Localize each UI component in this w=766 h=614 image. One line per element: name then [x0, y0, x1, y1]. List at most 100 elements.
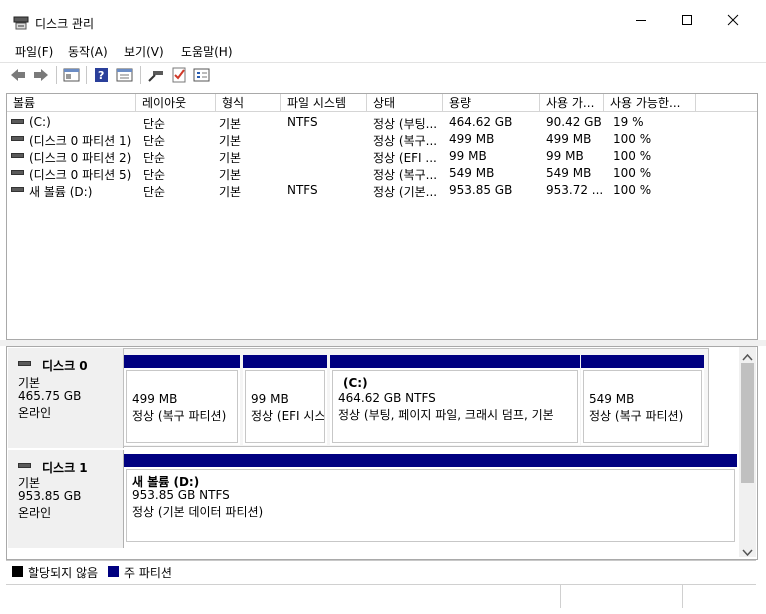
legend-label-primary: 주 파티션 — [124, 566, 172, 580]
partition-status: 정상 (부팅, 페이지 파일, 크래시 덤프, 기본 — [338, 408, 554, 422]
cell-fs: NTFS — [287, 115, 318, 129]
toolbar-separator — [140, 66, 141, 84]
cell-pct: 100 % — [613, 166, 652, 180]
disk-1-info[interactable]: 디스크 1 기본 953.85 GB 온라인 — [8, 450, 124, 548]
cell-status: 정상 (기본... — [373, 185, 438, 199]
status-pane — [562, 585, 683, 608]
disk-name: 디스크 1 — [42, 461, 88, 475]
partition-d-drive[interactable]: 새 볼륨 (D:) 953.85 GB NTFS 정상 (기본 데이터 파티션) — [124, 454, 737, 544]
volume-drive-icon — [11, 119, 24, 124]
menu-view[interactable]: 보기(V) — [124, 43, 164, 60]
partition-size: 549 MB — [589, 392, 635, 406]
column-header-type[interactable]: 형식 — [216, 94, 281, 112]
console-tree-icon[interactable] — [116, 67, 134, 83]
table-row[interactable]: 새 볼륨 (D:) 단순 기본 NTFS 정상 (기본... 953.85 GB 953.7… — [7, 181, 757, 199]
legend: 할당되지 않음 주 파티션 — [6, 560, 756, 583]
minimize-button[interactable] — [618, 0, 664, 40]
cell-free: 549 MB — [546, 166, 592, 180]
partition-efi[interactable]: 99 MB 정상 (EFI 시스 — [243, 355, 327, 445]
partition-status: 정상 (EFI 시스 — [251, 409, 325, 423]
partition-body: 99 MB 정상 (EFI 시스 — [245, 370, 325, 443]
scroll-thumb[interactable] — [741, 363, 754, 483]
table-row[interactable]: (디스크 0 파티션 5) 단순 기본 정상 (복구... 549 MB 549 MB 10… — [7, 164, 757, 182]
disk-0-info[interactable]: 디스크 0 기본 465.75 GB 온라인 — [8, 348, 124, 448]
cell-free: 90.42 GB — [546, 115, 602, 129]
cell-capacity: 549 MB — [449, 166, 495, 180]
cell-capacity: 499 MB — [449, 132, 495, 146]
disk-icon — [18, 463, 31, 468]
help-icon[interactable]: ? — [93, 67, 111, 83]
toolbar-separator — [56, 66, 57, 84]
column-header-filesystem[interactable]: 파일 시스템 — [281, 94, 367, 112]
column-header-blank — [696, 94, 757, 112]
maximize-button[interactable] — [664, 0, 710, 40]
disk-state: 온라인 — [18, 506, 52, 520]
table-row[interactable]: (디스크 0 파티션 1) 단순 기본 정상 (복구... 499 MB 499 MB 10… — [7, 130, 757, 148]
column-header-capacity[interactable]: 용량 — [443, 94, 540, 112]
disk-size: 953.85 GB — [18, 489, 82, 503]
column-header-percent-free[interactable]: 사용 가능한... — [604, 94, 696, 112]
properties-icon[interactable] — [63, 67, 81, 83]
cell-free: 953.72 ... — [546, 183, 604, 197]
menu-bar — [0, 40, 766, 60]
column-header-volume[interactable]: 볼륨 — [7, 94, 136, 112]
partition-body: 549 MB 정상 (복구 파티션) — [583, 370, 702, 443]
cell-capacity: 953.85 GB — [449, 183, 513, 197]
volume-list[interactable]: 볼륨 레이아웃 형식 파일 시스템 상태 용량 사용 가... 사용 가능한..… — [6, 93, 758, 340]
cell-free: 499 MB — [546, 132, 592, 146]
table-row[interactable]: (디스크 0 파티션 2) 단순 기본 정상 (EFI ... 99 MB 99 MB 10… — [7, 147, 757, 165]
toolbar — [0, 62, 766, 89]
disk-state: 온라인 — [18, 406, 52, 420]
cell-volume: 새 볼륨 (D:) — [29, 185, 93, 199]
cell-pct: 100 % — [613, 132, 652, 146]
column-header-layout[interactable]: 레이아웃 — [136, 94, 216, 112]
partition-recovery-1[interactable]: 499 MB 정상 (복구 파티션) — [124, 355, 240, 445]
cell-pct: 100 % — [613, 183, 652, 197]
scroll-down-icon[interactable] — [742, 546, 753, 560]
menu-action[interactable]: 동작(A) — [68, 43, 108, 60]
partition-status: 정상 (복구 파티션) — [132, 409, 227, 423]
disk-size: 465.75 GB — [18, 389, 82, 403]
back-arrow-icon[interactable] — [9, 67, 27, 83]
forward-arrow-icon[interactable] — [32, 67, 50, 83]
disk-view: 디스크 0 기본 465.75 GB 온라인 499 MB 정상 (복구 파티션… — [6, 346, 758, 560]
disk-properties-icon[interactable] — [193, 67, 211, 83]
volume-drive-icon — [11, 153, 24, 158]
volume-drive-icon — [11, 136, 24, 141]
partition-title: (C:) — [343, 376, 368, 390]
close-button[interactable] — [710, 0, 756, 40]
status-bar — [6, 584, 756, 609]
scroll-up-icon[interactable] — [742, 350, 753, 364]
menu-file[interactable]: 파일(F) — [15, 43, 53, 60]
partition-body: 새 볼륨 (D:) 953.85 GB NTFS 정상 (기본 데이터 파티션) — [126, 469, 735, 542]
connect-icon[interactable] — [147, 67, 165, 83]
partition-size: 99 MB — [251, 392, 289, 406]
cell-pct: 100 % — [613, 149, 652, 163]
status-pane — [6, 585, 561, 608]
partition-recovery-5[interactable]: 549 MB 정상 (복구 파티션) — [581, 355, 704, 445]
disk-name: 디스크 0 — [42, 359, 88, 373]
partition-c-drive[interactable]: (C:) 464.62 GB NTFS 정상 (부팅, 페이지 파일, 크래시 … — [330, 355, 580, 445]
table-row[interactable]: (C:) 단순 기본 NTFS 정상 (부팅... 464.62 GB 90.42 GB 19… — [7, 113, 757, 131]
partition-bar — [124, 454, 737, 467]
disk-view-scrollbar[interactable] — [739, 347, 756, 557]
checklist-icon[interactable] — [170, 67, 188, 83]
column-header-free-space[interactable]: 사용 가... — [540, 94, 604, 112]
cell-capacity: 464.62 GB — [449, 115, 513, 129]
column-header-status[interactable]: 상태 — [367, 94, 443, 112]
volume-drive-icon — [11, 170, 24, 175]
title-bar: 디스크 관리 — [0, 0, 766, 40]
partition-size: 499 MB — [132, 392, 178, 406]
disk-management-icon — [13, 16, 29, 30]
window-title: 디스크 관리 — [35, 17, 95, 31]
legend-label-unallocated: 할당되지 않음 — [28, 566, 99, 580]
partition-size: 464.62 GB NTFS — [338, 391, 436, 405]
partition-bar — [124, 355, 240, 368]
menu-help[interactable]: 도움말(H) — [181, 43, 233, 60]
legend-swatch-primary — [108, 566, 119, 577]
toolbar-separator — [86, 66, 87, 84]
cell-layout: 단순 — [143, 185, 166, 199]
partition-size: 953.85 GB NTFS — [132, 488, 230, 502]
legend-swatch-unallocated — [12, 566, 23, 577]
partition-status: 정상 (기본 데이터 파티션) — [132, 505, 264, 519]
